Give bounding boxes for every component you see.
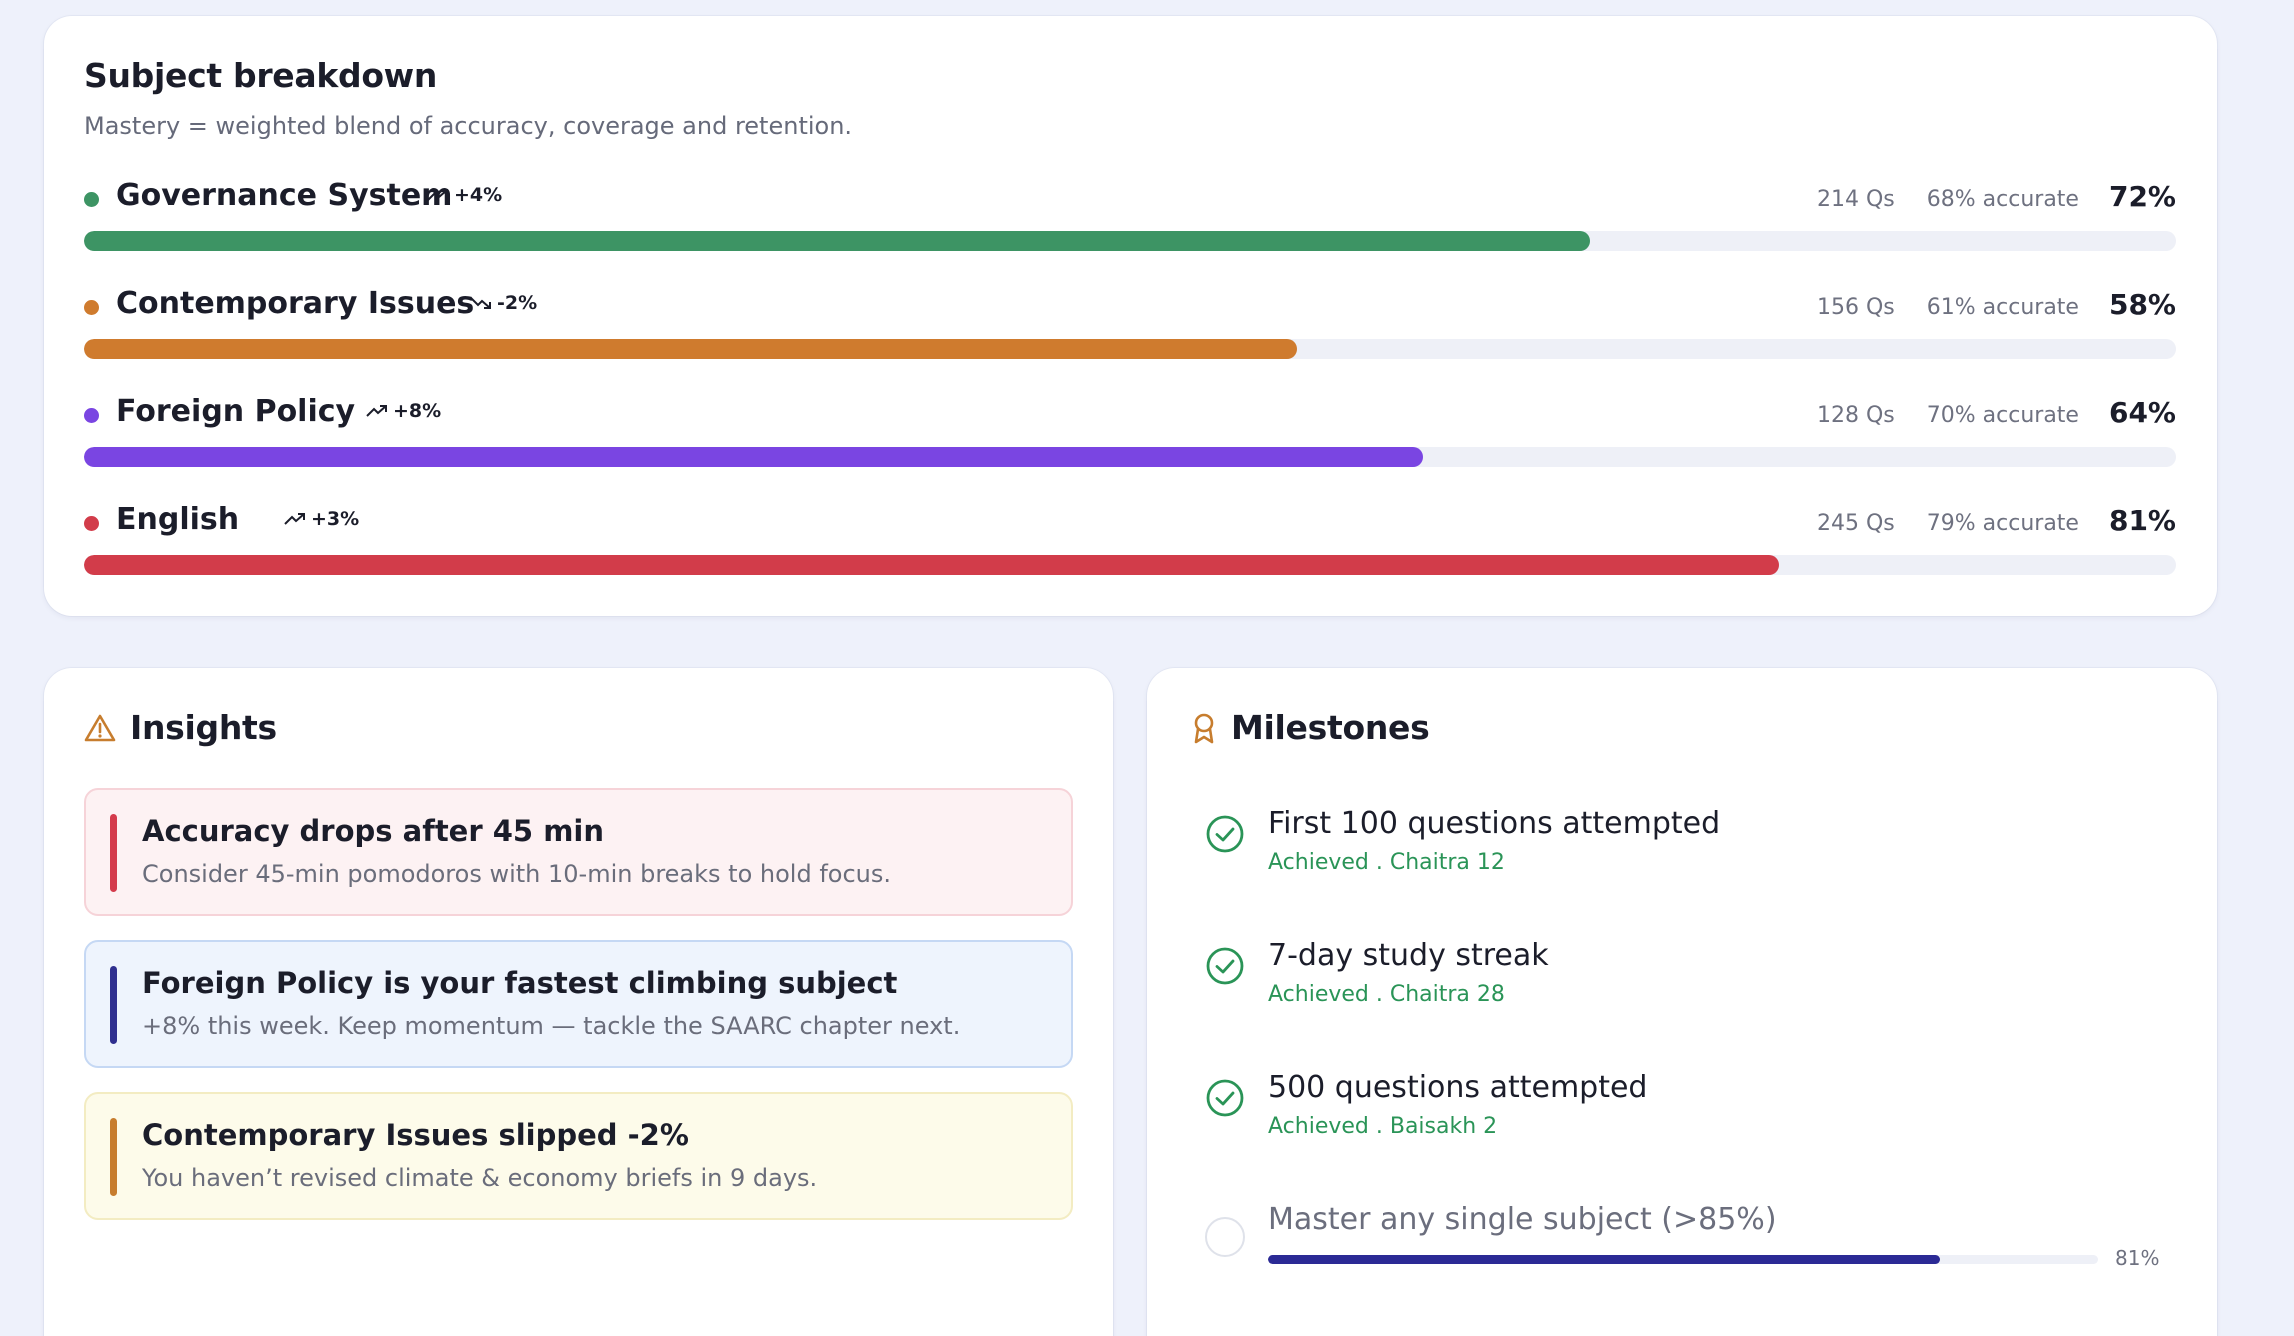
insight-title: Contemporary Issues slipped -2% <box>142 1118 689 1152</box>
award-ribbon-icon <box>1194 713 1214 743</box>
subject-stats: 245 Qs 79% accurate 81% <box>1817 504 2176 537</box>
subject-breakdown-card: Subject breakdown Mastery = weighted ble… <box>44 16 2217 616</box>
insight-description: Consider 45-min pomodoros with 10-min br… <box>142 860 891 888</box>
milestone-title: Master any single subject (>85%) <box>1268 1202 1777 1237</box>
insights-card: Insights Accuracy drops after 45 min Con… <box>44 668 1113 1336</box>
mastery-progress-fill <box>84 555 1779 575</box>
accuracy-value: 68% accurate <box>1926 187 2079 212</box>
milestone-progress-value: 81% <box>2115 1246 2160 1270</box>
trend-up-icon <box>427 189 448 201</box>
insights-header: Insights <box>84 708 277 747</box>
trend-badge: +8% <box>355 393 452 429</box>
insight-accent-bar <box>110 1118 117 1196</box>
subject-name: English <box>116 502 240 537</box>
milestone-progress-track <box>1268 1255 2098 1264</box>
question-count: 128 Qs <box>1817 403 1895 428</box>
warning-triangle-icon <box>84 714 116 741</box>
trend-value: +8% <box>393 400 442 422</box>
trend-value: -2% <box>497 292 538 314</box>
mastery-progress-fill <box>84 339 1298 359</box>
subject-row-governance-system[interactable]: Governance System +4% 214 Qs 68% accurat… <box>84 176 2176 266</box>
milestone-status: Achieved . Chaitra 28 <box>1268 982 1505 1007</box>
mastery-value: 64% <box>2108 396 2176 429</box>
insight-accent-bar <box>110 814 117 892</box>
trend-down-icon <box>470 297 491 309</box>
subject-row-english[interactable]: English +3% 245 Qs 79% accurate 81% <box>84 500 2176 590</box>
accuracy-value: 79% accurate <box>1926 511 2079 536</box>
insight-item[interactable]: Contemporary Issues slipped -2% You have… <box>84 1092 1073 1220</box>
subject-stats: 128 Qs 70% accurate 64% <box>1817 396 2176 429</box>
insight-description: You haven’t revised climate & economy br… <box>142 1164 818 1192</box>
milestone-title: First 100 questions attempted <box>1268 806 1721 841</box>
trend-badge: -2% <box>459 285 548 321</box>
mastery-value: 58% <box>2108 288 2176 321</box>
milestones-header: Milestones <box>1191 708 1430 747</box>
subject-name: Contemporary Issues <box>116 286 475 321</box>
mastery-progress-track <box>84 447 2176 467</box>
milestone-title: 7-day study streak <box>1268 938 1549 973</box>
subject-name: Governance System <box>116 178 453 213</box>
subject-stats: 156 Qs 61% accurate 58% <box>1817 288 2176 321</box>
insight-accent-bar <box>110 966 117 1044</box>
subject-row-contemporary-issues[interactable]: Contemporary Issues -2% 156 Qs 61% accur… <box>84 284 2176 374</box>
mastery-value: 81% <box>2108 504 2176 537</box>
milestone-progress-fill <box>1268 1255 1941 1264</box>
trend-badge: +3% <box>273 501 370 537</box>
insight-title: Accuracy drops after 45 min <box>142 814 605 848</box>
milestone-status: Achieved . Baisakh 2 <box>1268 1114 1498 1139</box>
check-circle-icon <box>1206 947 1244 985</box>
milestone-item-pending: Master any single subject (>85%) 81% <box>1205 1202 2185 1292</box>
question-count: 214 Qs <box>1817 187 1895 212</box>
mastery-progress-track <box>84 555 2176 575</box>
check-circle-icon <box>1206 815 1244 853</box>
accuracy-value: 70% accurate <box>1926 403 2079 428</box>
milestones-card: Milestones First 100 questions attempted… <box>1147 668 2217 1336</box>
mastery-value: 72% <box>2108 180 2176 213</box>
trend-value: +3% <box>311 508 360 530</box>
question-count: 245 Qs <box>1817 511 1895 536</box>
breakdown-title: Subject breakdown <box>84 56 438 95</box>
breakdown-subtitle: Mastery = weighted blend of accuracy, co… <box>84 112 853 140</box>
subject-stats: 214 Qs 68% accurate 72% <box>1817 180 2176 213</box>
insight-item[interactable]: Foreign Policy is your fastest climbing … <box>84 940 1073 1068</box>
check-circle-icon <box>1206 1079 1244 1117</box>
milestone-status: Achieved . Chaitra 12 <box>1268 850 1505 875</box>
trend-value: +4% <box>454 184 503 206</box>
milestone-title: 500 questions attempted <box>1268 1070 1648 1105</box>
subject-color-dot <box>84 300 99 315</box>
trend-up-icon <box>366 405 387 417</box>
insight-item[interactable]: Accuracy drops after 45 min Consider 45-… <box>84 788 1073 916</box>
empty-circle-icon <box>1205 1217 1245 1257</box>
milestone-item: First 100 questions attempted Achieved .… <box>1205 806 2185 896</box>
insights-title: Insights <box>130 708 277 747</box>
trend-up-icon <box>284 513 305 525</box>
subject-color-dot <box>84 408 99 423</box>
accuracy-value: 61% accurate <box>1926 295 2079 320</box>
subject-row-foreign-policy[interactable]: Foreign Policy +8% 128 Qs 70% accurate 6… <box>84 392 2176 482</box>
mastery-progress-track <box>84 231 2176 251</box>
subject-name: Foreign Policy <box>116 394 356 429</box>
insight-description: +8% this week. Keep momentum — tackle th… <box>142 1012 961 1040</box>
milestones-title: Milestones <box>1231 708 1430 747</box>
mastery-progress-track <box>84 339 2176 359</box>
subject-color-dot <box>84 516 99 531</box>
question-count: 156 Qs <box>1817 295 1895 320</box>
mastery-progress-fill <box>84 231 1591 251</box>
insight-title: Foreign Policy is your fastest climbing … <box>142 966 898 1000</box>
subject-color-dot <box>84 192 99 207</box>
mastery-progress-fill <box>84 447 1423 467</box>
trend-badge: +4% <box>416 177 513 213</box>
milestone-item: 500 questions attempted Achieved . Baisa… <box>1205 1070 2185 1160</box>
milestone-item: 7-day study streak Achieved . Chaitra 28 <box>1205 938 2185 1028</box>
